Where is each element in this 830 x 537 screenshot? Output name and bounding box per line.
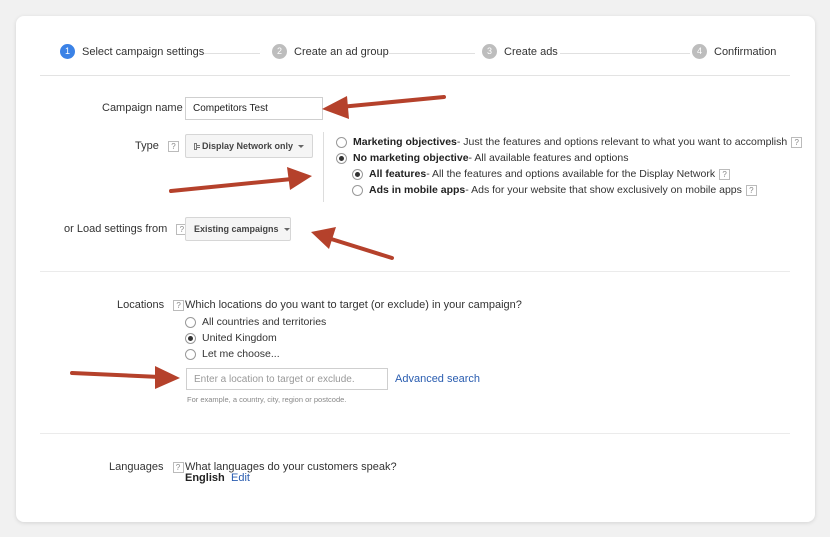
option-title: All features [369, 168, 427, 180]
radio-let-me-choose[interactable]: Let me choose... [185, 348, 280, 360]
edit-languages-link[interactable]: Edit [231, 472, 250, 484]
radio-button-selected[interactable] [185, 332, 196, 344]
help-icon[interactable]: ? [172, 461, 184, 473]
step-number: 2 [272, 44, 287, 59]
advanced-search-link[interactable]: Advanced search [395, 373, 480, 385]
campaign-name-label: Campaign name [102, 102, 183, 114]
step-connector [385, 53, 475, 54]
radio-no-marketing-objective[interactable]: No marketing objective - All available f… [336, 152, 628, 164]
campaign-name-input[interactable] [185, 97, 323, 120]
radio-ads-in-mobile-apps[interactable]: Ads in mobile apps - Ads for your websit… [352, 184, 757, 196]
locations-label-text: Locations [117, 299, 165, 311]
step-number: 4 [692, 44, 707, 59]
option-title: No marketing objective [353, 152, 469, 164]
radio-button[interactable] [185, 316, 196, 328]
radio-united-kingdom[interactable]: United Kingdom [185, 332, 277, 344]
section-divider [40, 271, 790, 272]
radio-button[interactable] [185, 348, 196, 360]
step-number: 1 [60, 44, 75, 59]
radio-all-features[interactable]: All features - All the features and opti… [352, 168, 731, 180]
help-icon[interactable]: ? [173, 299, 185, 311]
locations-label: Locations ? [117, 299, 185, 311]
option-label: United Kingdom [202, 332, 277, 344]
step-create-ads: 3 Create ads [482, 44, 558, 59]
step-label: Create ads [504, 45, 558, 58]
load-settings-label: or Load settings from ? [64, 223, 188, 235]
locations-question: Which locations do you want to target (o… [185, 299, 522, 311]
existing-campaigns-dropdown[interactable]: Existing campaigns [185, 217, 291, 241]
step-number: 3 [482, 44, 497, 59]
radio-marketing-objectives[interactable]: Marketing objectives - Just the features… [336, 136, 803, 148]
help-icon[interactable]: ? [719, 168, 731, 180]
step-label: Create an ad group [294, 45, 389, 58]
step-confirmation: 4 Confirmation [692, 44, 777, 59]
languages-label-text: Languages [109, 461, 164, 473]
network-type-dropdown[interactable]: Display Network only [185, 134, 313, 158]
radio-button-selected[interactable] [336, 152, 347, 164]
help-icon[interactable]: ? [745, 184, 757, 196]
radio-button[interactable] [336, 136, 347, 148]
step-create-ad-group: 2 Create an ad group [272, 44, 389, 59]
languages-label: Languages ? [109, 461, 184, 473]
help-icon[interactable]: ? [167, 140, 179, 152]
step-connector [560, 53, 690, 54]
language-value: English [185, 472, 225, 484]
option-title: Ads in mobile apps [369, 184, 466, 196]
step-label: Confirmation [714, 45, 777, 58]
option-label: All countries and territories [202, 316, 327, 328]
option-label: Let me choose... [202, 348, 280, 360]
help-icon[interactable]: ? [791, 136, 803, 148]
type-label-text: Type [135, 140, 159, 152]
existing-campaigns-dropdown-label: Existing campaigns [194, 224, 279, 234]
option-title: Marketing objectives [353, 136, 457, 148]
option-description: - All available features and options [468, 152, 629, 164]
location-search-input[interactable] [186, 368, 388, 390]
option-description: - All the features and options available… [426, 168, 716, 180]
radio-all-countries[interactable]: All countries and territories [185, 316, 326, 328]
load-settings-label-text: or Load settings from [64, 223, 168, 235]
option-description: - Just the features and options relevant… [456, 136, 788, 148]
radio-button-selected[interactable] [352, 168, 363, 180]
step-connector [200, 53, 260, 54]
option-description: - Ads for your website that show exclusi… [465, 184, 742, 196]
step-label: Select campaign settings [82, 45, 205, 58]
type-options-divider [323, 132, 324, 202]
progress-stepper: 1 Select campaign settings 2 Create an a… [40, 44, 790, 64]
stepper-divider [40, 75, 790, 76]
radio-button[interactable] [352, 184, 363, 196]
section-divider [40, 433, 790, 434]
display-network-icon [194, 142, 200, 150]
chevron-down-icon [283, 227, 290, 231]
step-select-campaign-settings: 1 Select campaign settings [60, 44, 205, 59]
campaign-settings-card [16, 16, 815, 522]
location-input-hint: For example, a country, city, region or … [187, 395, 347, 404]
network-type-dropdown-label: Display Network only [201, 141, 293, 151]
chevron-down-icon [298, 144, 304, 148]
type-label: Type ? [135, 140, 179, 152]
